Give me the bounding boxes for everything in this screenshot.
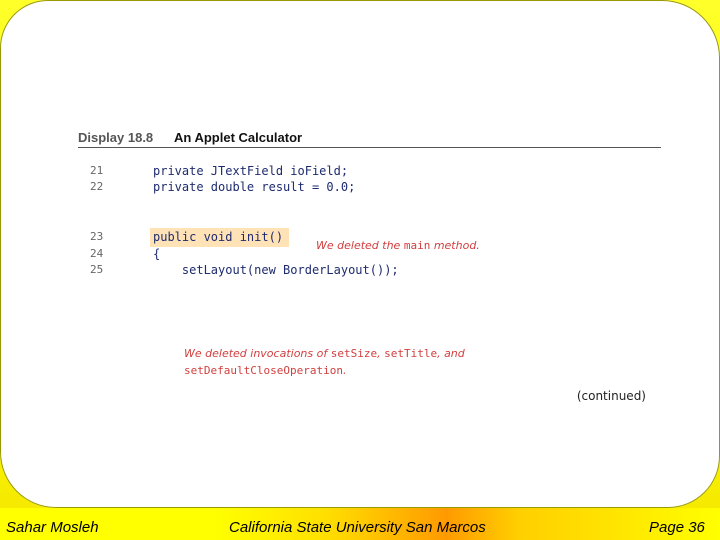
code-line: private JTextField ioField; (153, 164, 349, 178)
annotation-text: , and (437, 347, 465, 360)
display-caption: Display 18.8 An Applet Calculator (78, 130, 302, 145)
annotation-main-deleted: We deleted the main method. (316, 239, 480, 252)
annotation-invocations-deleted: We deleted invocations of setSize, setTi… (184, 347, 465, 360)
code-line: private double result = 0.0; (153, 180, 356, 194)
annotation-text: We deleted the (316, 239, 404, 252)
annotation-text: method. (430, 239, 480, 252)
annotation-text: . (342, 364, 347, 377)
line-number: 21 (90, 164, 104, 177)
annotation-code: setTitle (384, 347, 438, 360)
annotation-text: We deleted invocations of (184, 347, 331, 360)
footer-page-number: Page 36 (649, 519, 705, 536)
code-line: setLayout(new BorderLayout()); (153, 263, 399, 277)
annotation-code: main (403, 239, 431, 252)
caption-divider (78, 147, 661, 148)
display-number: Display 18.8 (78, 130, 154, 145)
line-number: 25 (90, 263, 104, 276)
display-title: An Applet Calculator (174, 130, 303, 145)
footer-author: Sahar Mosleh (6, 519, 99, 536)
line-number: 23 (90, 230, 104, 243)
code-display: Display 18.8 An Applet Calculator 21 pri… (64, 123, 676, 405)
annotation-invocations-line2: setDefaultCloseOperation. (184, 364, 346, 377)
line-number: 22 (90, 180, 104, 193)
annotation-code: setSize (330, 347, 378, 360)
code-line: { (153, 247, 161, 261)
code-line: public void init() (153, 230, 284, 244)
continued-label: (continued) (576, 389, 646, 403)
line-number: 24 (90, 247, 104, 260)
footer-institution: California State University San Marcos (229, 519, 486, 536)
annotation-code: setDefaultCloseOperation (184, 364, 343, 377)
